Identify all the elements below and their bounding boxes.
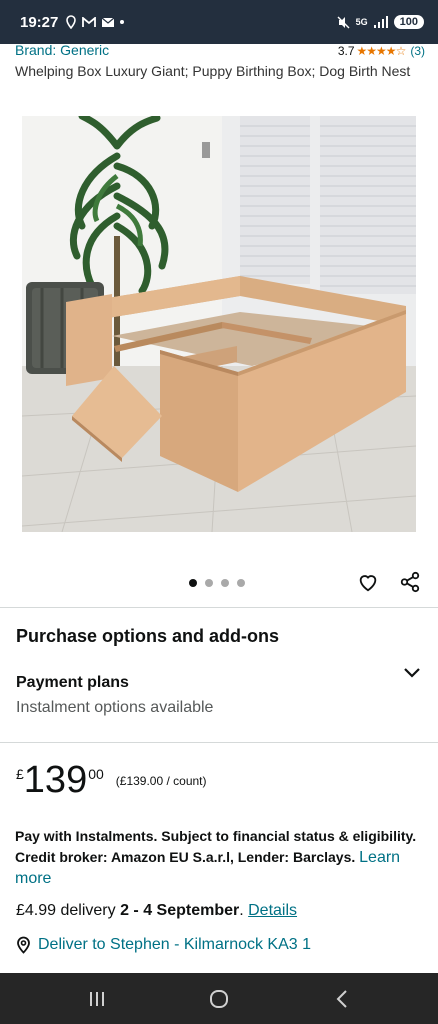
location-pin-icon — [17, 936, 30, 954]
product-title: Whelping Box Luxury Giant; Puppy Birthin… — [15, 63, 411, 79]
payment-plans-subtitle: Instalment options available — [16, 699, 214, 716]
price-currency: £ — [16, 766, 24, 782]
signal-icon — [373, 16, 388, 28]
price-whole: 139 — [23, 759, 88, 801]
delivery-info: £4.99 delivery 2 - 4 September. Details — [16, 902, 298, 919]
back-icon[interactable] — [332, 988, 354, 1010]
rating-value: 3.7 — [337, 44, 355, 58]
chevron-down-icon[interactable] — [403, 666, 421, 680]
status-bar: 19:27 5G 100 — [0, 0, 438, 44]
deliver-to-link[interactable]: Deliver to Stephen - Kilmarnock KA3 1 — [15, 936, 311, 954]
status-time: 19:27 — [20, 13, 59, 31]
instalments-info: Pay with Instalments. Subject to financi… — [15, 826, 425, 889]
payment-plans-title[interactable]: Payment plans — [16, 674, 129, 692]
star-rating-icon: ★★★★☆ — [356, 44, 407, 58]
pager-dot[interactable] — [189, 579, 197, 587]
image-pager[interactable] — [189, 579, 245, 587]
deliver-to-label: Deliver to Stephen - Kilmarnock KA3 1 — [38, 936, 312, 953]
home-icon[interactable] — [208, 988, 230, 1010]
recent-apps-icon[interactable] — [86, 988, 108, 1010]
rating-count: (3) — [410, 44, 425, 58]
window-shutter-left — [240, 116, 310, 284]
product-image[interactable] — [22, 116, 416, 532]
pager-dot[interactable] — [237, 579, 245, 587]
share-icon[interactable] — [399, 571, 421, 593]
purchase-options-heading: Purchase options and add-ons — [16, 626, 280, 646]
battery-indicator: 100 — [393, 15, 424, 29]
more-notifications-dot — [120, 20, 125, 24]
pager-dot[interactable] — [221, 579, 229, 587]
system-nav-bar — [0, 973, 438, 1024]
divider — [0, 742, 438, 743]
brand-rating-row: Brand: Generic 3.7 ★★★★☆ (3) — [15, 42, 425, 58]
gmail-icon — [82, 16, 97, 27]
mail-icon — [101, 17, 115, 27]
notification-icons — [65, 15, 125, 29]
rating-summary[interactable]: 3.7 ★★★★☆ (3) — [338, 44, 425, 58]
divider — [0, 607, 438, 608]
delivery-details-link[interactable]: Details — [248, 902, 297, 919]
network-label: 5G — [355, 17, 368, 27]
brand-link[interactable]: Brand: Generic — [15, 42, 109, 58]
delivery-dates: 2 - 4 September — [120, 902, 240, 919]
price-per-unit: (£139.00 / count) — [115, 774, 207, 788]
window-shutter-right — [320, 116, 416, 294]
location-icon — [66, 15, 77, 29]
pager-dot[interactable] — [205, 579, 213, 587]
instalments-text: Pay with Instalments. Subject to financi… — [15, 828, 417, 865]
mute-icon — [337, 16, 350, 28]
heart-icon[interactable] — [357, 571, 379, 593]
price: £ 139 00 (£139.00 / count) — [16, 760, 207, 800]
price-fraction: 00 — [88, 766, 104, 782]
delivery-cost: £4.99 delivery — [16, 902, 116, 919]
